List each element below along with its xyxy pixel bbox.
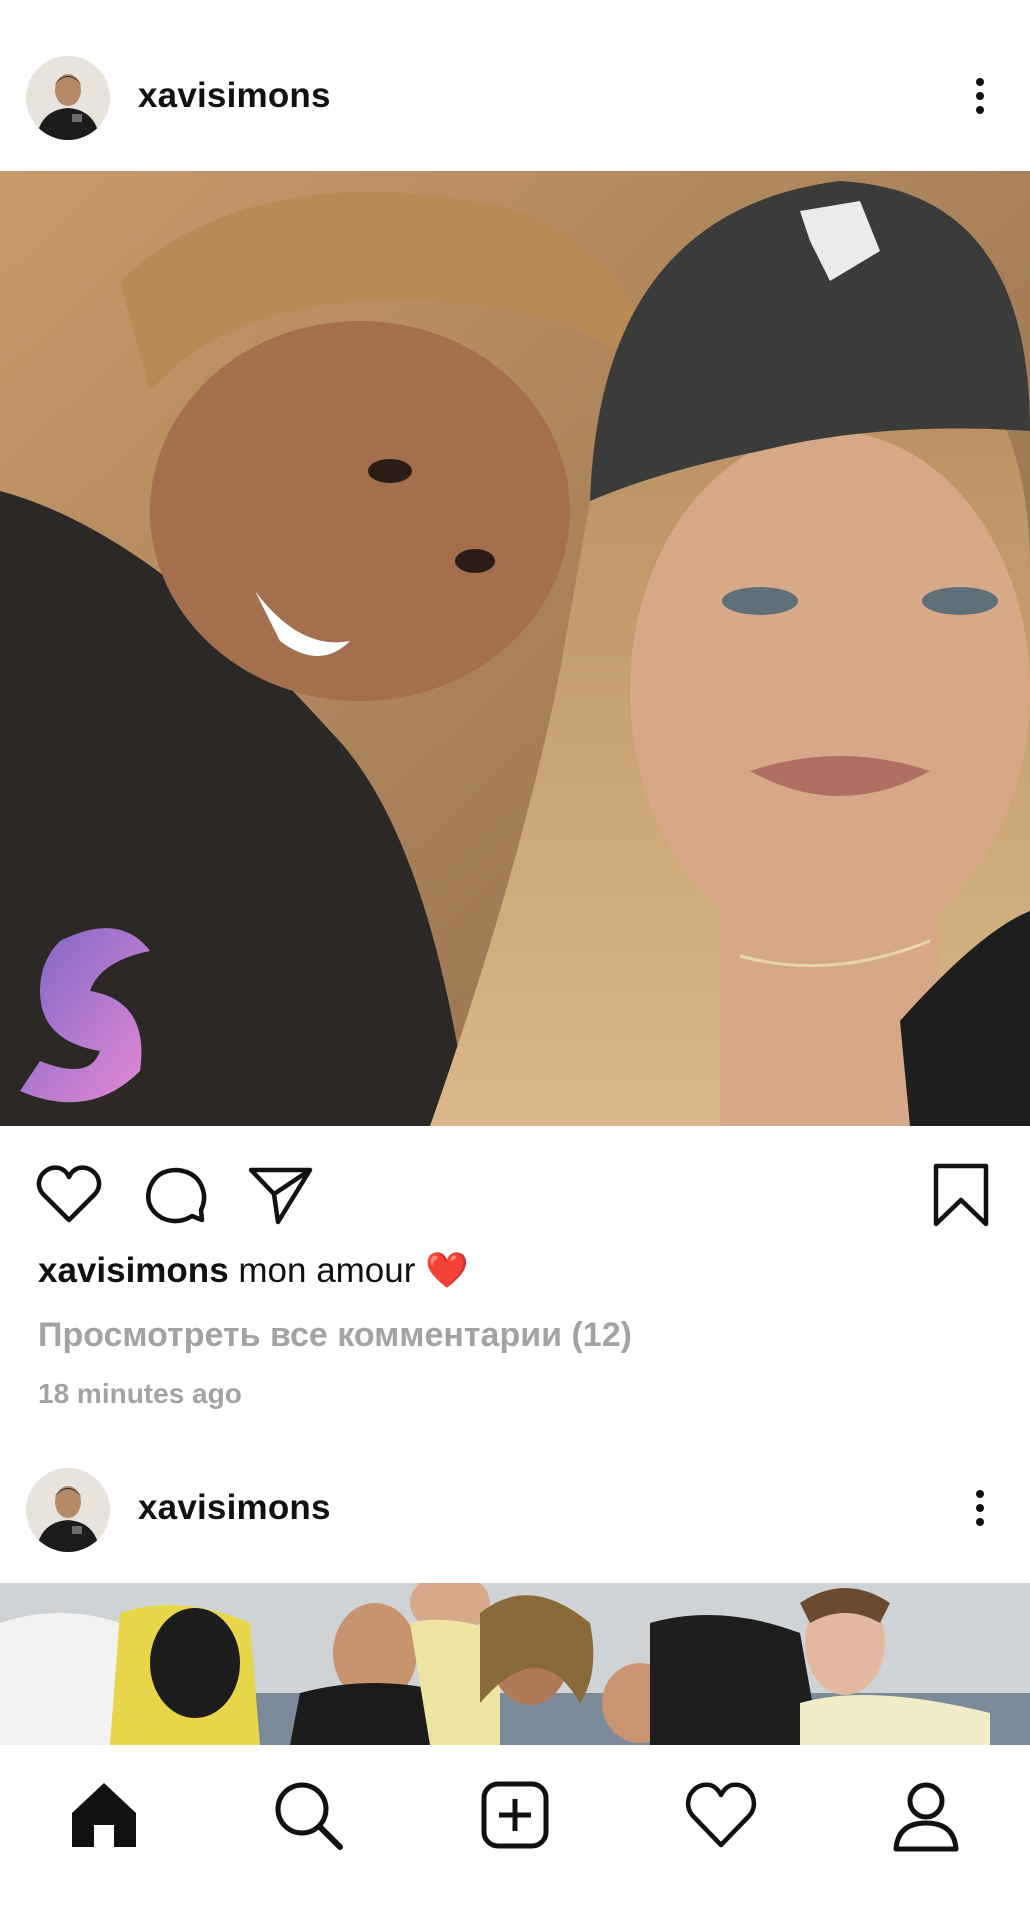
search-icon[interactable] [268, 1775, 348, 1855]
more-options-icon[interactable] [970, 1486, 990, 1534]
avatar[interactable] [26, 56, 110, 140]
plus-square-icon[interactable] [475, 1775, 555, 1855]
user-icon[interactable] [886, 1775, 966, 1855]
home-filled-icon[interactable] [64, 1775, 144, 1855]
view-all-comments-link[interactable]: Просмотреть все комментарии (12) [38, 1316, 632, 1355]
post-photo[interactable] [0, 1583, 1030, 1745]
avatar[interactable] [26, 1468, 110, 1552]
paper-plane-icon[interactable] [246, 1160, 316, 1230]
post-username[interactable]: xavisimons [138, 1488, 331, 1528]
post-actions [0, 1150, 1030, 1230]
comment-bubble-icon[interactable] [140, 1160, 210, 1230]
caption-username[interactable]: xavisimons [38, 1251, 229, 1290]
post-photo[interactable] [0, 171, 1030, 1126]
heart-outline-icon[interactable] [34, 1160, 104, 1230]
post-caption: xavisimons mon amour ❤️ [38, 1250, 469, 1291]
caption-text: mon amour ❤️ [228, 1251, 469, 1290]
activity-heart-icon[interactable] [681, 1775, 761, 1855]
more-options-icon[interactable] [970, 74, 990, 122]
post-username[interactable]: xavisimons [138, 76, 331, 116]
post-header: xavisimons [0, 40, 1030, 140]
post-timestamp: 18 minutes ago [38, 1378, 242, 1409]
bottom-tab-bar [0, 1745, 1030, 1920]
post-header: xavisimons [0, 1452, 1030, 1552]
bookmark-icon[interactable] [926, 1160, 996, 1230]
